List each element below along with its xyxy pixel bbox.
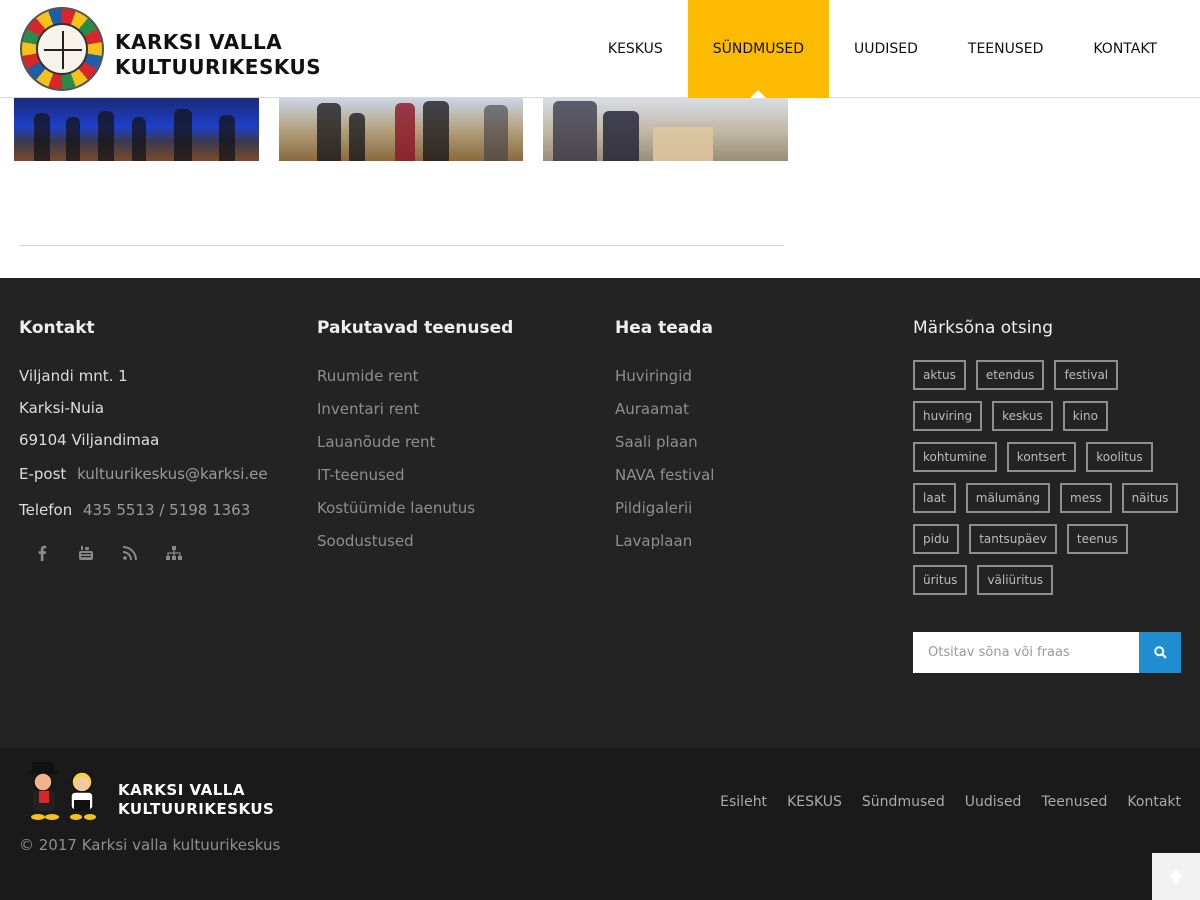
phone-value: 435 5513 / 5198 1363 bbox=[82, 501, 251, 519]
site-logo-text[interactable]: KARKSI VALLA KULTUURIKESKUS bbox=[115, 30, 321, 80]
tag-button[interactable]: mess bbox=[1060, 483, 1112, 513]
tag-button[interactable]: keskus bbox=[992, 401, 1053, 431]
email-link[interactable]: kultuurikeskus@karksi.ee bbox=[77, 465, 268, 483]
bottom-nav-kontakt[interactable]: Kontakt bbox=[1127, 794, 1181, 810]
tag-button[interactable]: kohtumine bbox=[913, 442, 997, 472]
bottom-nav-uudised[interactable]: Uudised bbox=[965, 794, 1022, 810]
tag-button[interactable]: üritus bbox=[913, 565, 968, 595]
tag-search-form bbox=[913, 632, 1181, 673]
services-link[interactable]: Kostüümide laenutus bbox=[317, 492, 513, 525]
footer-services: Pakutavad teenused Ruumide rent Inventar… bbox=[317, 318, 513, 558]
info-link[interactable]: Auraamat bbox=[615, 393, 714, 426]
phone-label: Telefon bbox=[19, 501, 73, 519]
bottom-nav: Esileht KESKUS Sündmused Uudised Teenuse… bbox=[720, 794, 1181, 810]
social-links bbox=[19, 544, 268, 562]
bottom-logo-text[interactable]: KARKSI VALLA KULTUURIKESKUS bbox=[118, 781, 274, 819]
tag-button[interactable]: kontsert bbox=[1006, 442, 1077, 472]
bottom-nav-esileht[interactable]: Esileht bbox=[720, 794, 767, 810]
tag-button[interactable]: kino bbox=[1062, 401, 1108, 431]
scroll-to-top-button[interactable] bbox=[1152, 853, 1200, 900]
footer-services-title: Pakutavad teenused bbox=[317, 318, 514, 338]
nav-item-uudised[interactable]: UUDISED bbox=[829, 0, 943, 98]
bottom-nav-keskus[interactable]: KESKUS bbox=[787, 794, 842, 810]
tag-button[interactable]: laat bbox=[913, 483, 956, 513]
info-link[interactable]: Huviringid bbox=[615, 360, 714, 393]
tag-button[interactable]: mälumäng bbox=[965, 483, 1050, 513]
email-row: E-post kultuurikeskus@karksi.ee bbox=[19, 456, 268, 492]
email-label: E-post bbox=[19, 465, 67, 483]
bottom-nav-teenused[interactable]: Teenused bbox=[1041, 794, 1107, 810]
footer-tag-search: Märksõna otsing aktus etendus festival h… bbox=[913, 318, 1183, 595]
services-link[interactable]: Ruumide rent bbox=[317, 360, 513, 393]
tag-button[interactable]: aktus bbox=[913, 360, 966, 390]
event-thumbnail-dance[interactable] bbox=[279, 98, 523, 161]
logo-seal-icon[interactable] bbox=[20, 7, 104, 91]
tag-button[interactable]: väliüritus bbox=[977, 565, 1053, 595]
tag-button[interactable]: näitus bbox=[1121, 483, 1179, 513]
search-icon bbox=[1153, 646, 1167, 659]
tag-search-title: Märksõna otsing bbox=[913, 318, 1053, 338]
youtube-icon[interactable] bbox=[77, 544, 95, 562]
content-divider bbox=[19, 245, 784, 246]
footer-contact: Kontakt Viljandi mnt. 1 Karksi-Nuia 6910… bbox=[19, 318, 268, 562]
site-header: KARKSI VALLA KULTUURIKESKUS KESKUS SÜNDM… bbox=[0, 0, 1200, 98]
tag-button[interactable]: huviring bbox=[913, 401, 983, 431]
arrow-up-icon bbox=[1169, 869, 1183, 884]
info-link[interactable]: Saali plaan bbox=[615, 426, 714, 459]
tag-button[interactable]: koolitus bbox=[1086, 442, 1153, 472]
info-link[interactable]: NAVA festival bbox=[615, 459, 714, 492]
bottom-logo-line-2: KULTUURIKESKUS bbox=[118, 800, 275, 818]
services-link[interactable]: Lauanõude rent bbox=[317, 426, 513, 459]
footer-good-to-know: Hea teada Huviringid Auraamat Saali plaa… bbox=[615, 318, 714, 558]
tag-button[interactable]: etendus bbox=[975, 360, 1045, 390]
logo-line-2: KULTUURIKESKUS bbox=[115, 55, 322, 79]
nav-item-teenused[interactable]: TEENUSED bbox=[943, 0, 1068, 98]
mascot-logo-icon[interactable] bbox=[24, 760, 106, 822]
site-footer: Kontakt Viljandi mnt. 1 Karksi-Nuia 6910… bbox=[0, 278, 1200, 748]
tag-button[interactable]: festival bbox=[1054, 360, 1119, 390]
sitemap-icon[interactable] bbox=[165, 544, 183, 562]
event-thumbnail-concert[interactable] bbox=[14, 98, 259, 161]
nav-item-keskus[interactable]: KESKUS bbox=[583, 0, 688, 98]
copyright-text: © 2017 Karksi valla kultuurikeskus bbox=[19, 836, 281, 854]
phone-row: Telefon 435 5513 / 5198 1363 bbox=[19, 492, 268, 528]
info-link[interactable]: Lavaplaan bbox=[615, 525, 714, 558]
footer-contact-title: Kontakt bbox=[19, 318, 95, 338]
nav-item-kontakt[interactable]: KONTAKT bbox=[1068, 0, 1182, 98]
footer-good-to-know-title: Hea teada bbox=[615, 318, 713, 338]
rss-icon[interactable] bbox=[121, 544, 139, 562]
services-link[interactable]: Soodustused bbox=[317, 525, 513, 558]
logo-line-1: KARKSI VALLA bbox=[115, 30, 283, 54]
search-input[interactable] bbox=[913, 632, 1139, 673]
facebook-icon[interactable] bbox=[33, 544, 51, 562]
tag-cloud: aktus etendus festival huviring keskus k… bbox=[913, 360, 1183, 595]
tag-button[interactable]: teenus bbox=[1066, 524, 1128, 554]
bottom-logo-line-1: KARKSI VALLA bbox=[118, 781, 245, 799]
tag-button[interactable]: tantsupäev bbox=[969, 524, 1057, 554]
services-link[interactable]: IT-teenused bbox=[317, 459, 513, 492]
address-line-2: Karksi-Nuia bbox=[19, 399, 105, 417]
bottom-nav-sundmused[interactable]: Sündmused bbox=[862, 794, 945, 810]
tag-button[interactable]: pidu bbox=[913, 524, 960, 554]
main-nav: KESKUS SÜNDMUSED UUDISED TEENUSED KONTAK… bbox=[583, 0, 1182, 98]
nav-item-sundmused[interactable]: SÜNDMUSED bbox=[687, 0, 829, 98]
event-thumbnail-meeting[interactable] bbox=[543, 98, 788, 161]
address-line-1: Viljandi mnt. 1 bbox=[19, 367, 128, 385]
services-link[interactable]: Inventari rent bbox=[317, 393, 513, 426]
info-link[interactable]: Pildigalerii bbox=[615, 492, 714, 525]
search-button[interactable] bbox=[1139, 632, 1181, 673]
bottom-bar: KARKSI VALLA KULTUURIKESKUS © 2017 Karks… bbox=[0, 748, 1200, 900]
address-line-3: 69104 Viljandimaa bbox=[19, 431, 160, 449]
